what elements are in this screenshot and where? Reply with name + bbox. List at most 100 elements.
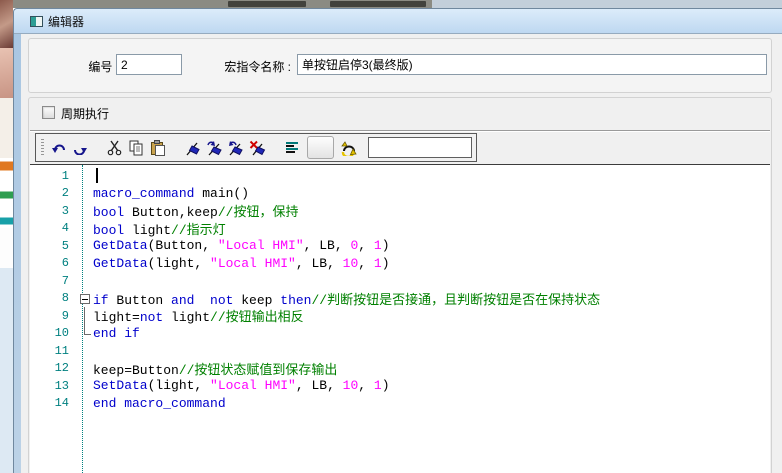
- clear-bookmarks-flag-icon: [249, 140, 266, 156]
- previous-bookmark-button[interactable]: [225, 136, 247, 160]
- code-text[interactable]: end if: [93, 326, 140, 341]
- cut-button[interactable]: [104, 136, 126, 160]
- cut-scissors-icon: [107, 140, 122, 156]
- fold-marker[interactable]: [77, 325, 93, 343]
- desktop-background-fragment: [228, 1, 306, 7]
- code-text[interactable]: GetData(light, "Local HMI", LB, 10, 1): [93, 256, 390, 271]
- line-number: 5: [30, 239, 77, 253]
- fold-marker[interactable]: [77, 167, 93, 185]
- desktop-background-fragment: [330, 1, 426, 7]
- periodic-execution-label: 周期执行: [61, 105, 109, 122]
- code-text[interactable]: keep=Button//按钮状态赋值到保存输出: [93, 359, 337, 378]
- macro-name-input[interactable]: [297, 54, 767, 75]
- desktop-background-fragment: [0, 0, 13, 473]
- line-number: 8: [30, 291, 77, 305]
- next-bookmark-flag-icon: [206, 140, 223, 156]
- blank-toolbar-button[interactable]: [307, 136, 334, 159]
- desktop-background-fragment: [0, 188, 13, 202]
- code-line[interactable]: 8 if Button and not keep then//判断按钮是否接通，…: [30, 290, 770, 308]
- code-line[interactable]: 12 keep=Button//按钮状态赋值到保存输出: [30, 360, 770, 378]
- titlebar[interactable]: 编辑器: [14, 9, 782, 34]
- code-line[interactable]: 5 GetData(Button, "Local HMI", LB, 0, 1): [30, 237, 770, 255]
- code-line[interactable]: 9 light=not light//按钮输出相反: [30, 307, 770, 325]
- code-text[interactable]: macro_command main(): [93, 186, 249, 201]
- code-line[interactable]: 13 SetData(light, "Local HMI", LB, 10, 1…: [30, 377, 770, 395]
- code-line[interactable]: 4 bool light//指示灯: [30, 220, 770, 238]
- fold-marker[interactable]: [77, 220, 93, 238]
- search-input[interactable]: [368, 137, 472, 158]
- line-number: 7: [30, 274, 77, 288]
- fold-marker[interactable]: [77, 237, 93, 255]
- code-line[interactable]: 7: [30, 272, 770, 290]
- code-line[interactable]: 14 end macro_command: [30, 395, 770, 413]
- desktop-background-fragment: [0, 158, 13, 176]
- toolbar-grip-handle[interactable]: [41, 139, 44, 157]
- desktop-background-fragment: [432, 0, 782, 8]
- fold-marker[interactable]: [77, 185, 93, 203]
- toggle-bookmark-button[interactable]: [182, 136, 204, 160]
- code-text[interactable]: GetData(Button, "Local HMI", LB, 0, 1): [93, 238, 390, 253]
- replace-icon: [340, 140, 358, 156]
- code-text[interactable]: SetData(light, "Local HMI", LB, 10, 1): [93, 378, 390, 393]
- line-number: 6: [30, 256, 77, 270]
- replace-button[interactable]: [338, 136, 360, 160]
- goto-line-icon: [285, 141, 300, 155]
- code-line[interactable]: 10 end if: [30, 325, 770, 343]
- code-text[interactable]: bool light//指示灯: [93, 219, 226, 238]
- macro-info-group: 编号 : 宏指令名称 :: [28, 38, 772, 93]
- desktop-background-fragment: [0, 228, 13, 268]
- previous-bookmark-flag-icon: [227, 140, 244, 156]
- fold-marker[interactable]: [77, 377, 93, 395]
- fold-marker[interactable]: [77, 342, 93, 360]
- fold-marker[interactable]: [77, 395, 93, 413]
- code-line[interactable]: 1: [30, 167, 770, 185]
- paste-clipboard-icon: [150, 140, 166, 156]
- code-text[interactable]: if Button and not keep then//判断按钮是否接通，且判…: [93, 289, 600, 308]
- fold-marker[interactable]: [77, 255, 93, 273]
- text-cursor: [96, 168, 98, 183]
- redo-icon: [71, 140, 89, 155]
- paste-button[interactable]: [147, 136, 169, 160]
- code-area: 1 2 macro_command main() 3 bool Button,k…: [30, 167, 770, 412]
- editor-app-icon: [30, 16, 43, 27]
- fold-marker[interactable]: [77, 202, 93, 220]
- code-text[interactable]: [93, 168, 98, 184]
- macro-editor-dialog: 编辑器 编号 : 宏指令名称 : 周期执行: [13, 8, 782, 473]
- line-number: 3: [30, 204, 77, 218]
- code-line[interactable]: 3 bool Button,keep//按钮，保持: [30, 202, 770, 220]
- desktop-background-fragment: [0, 0, 13, 48]
- next-bookmark-button[interactable]: [203, 136, 225, 160]
- desktop-background-fragment: [0, 268, 13, 473]
- desktop-background-fragment: [0, 98, 13, 158]
- redo-button[interactable]: [69, 136, 91, 160]
- goto-line-button[interactable]: [281, 136, 303, 160]
- copy-button[interactable]: [126, 136, 148, 160]
- code-text[interactable]: light=not light//按钮输出相反: [93, 306, 304, 325]
- line-number: 1: [30, 169, 77, 183]
- code-line[interactable]: 2 macro_command main(): [30, 185, 770, 203]
- clear-bookmarks-button[interactable]: [247, 136, 269, 160]
- line-number: 13: [30, 379, 77, 393]
- line-number: 4: [30, 221, 77, 235]
- macro-edit-group: 周期执行: [28, 97, 772, 473]
- periodic-execution-checkbox[interactable]: [42, 106, 55, 119]
- fold-marker[interactable]: [77, 360, 93, 378]
- code-text[interactable]: end macro_command: [93, 396, 226, 411]
- fold-marker[interactable]: [77, 272, 93, 290]
- desktop-background-fragment: [0, 48, 13, 98]
- fold-marker[interactable]: [77, 307, 93, 325]
- line-number: 2: [30, 186, 77, 200]
- line-number: 14: [30, 396, 77, 410]
- code-line[interactable]: 11: [30, 342, 770, 360]
- window-title: 编辑器: [48, 13, 84, 30]
- undo-button[interactable]: [48, 136, 70, 160]
- fold-marker[interactable]: [77, 290, 93, 308]
- macro-number-input[interactable]: [116, 54, 182, 75]
- code-editor[interactable]: 1 2 macro_command main() 3 bool Button,k…: [30, 164, 770, 473]
- code-line[interactable]: 6 GetData(light, "Local HMI", LB, 10, 1): [30, 255, 770, 273]
- toolbar-band: [30, 132, 770, 163]
- macro-number-label: 编号 :: [49, 58, 119, 75]
- copy-icon: [128, 140, 144, 156]
- line-number: 9: [30, 309, 77, 323]
- code-text[interactable]: bool Button,keep//按钮，保持: [93, 201, 298, 220]
